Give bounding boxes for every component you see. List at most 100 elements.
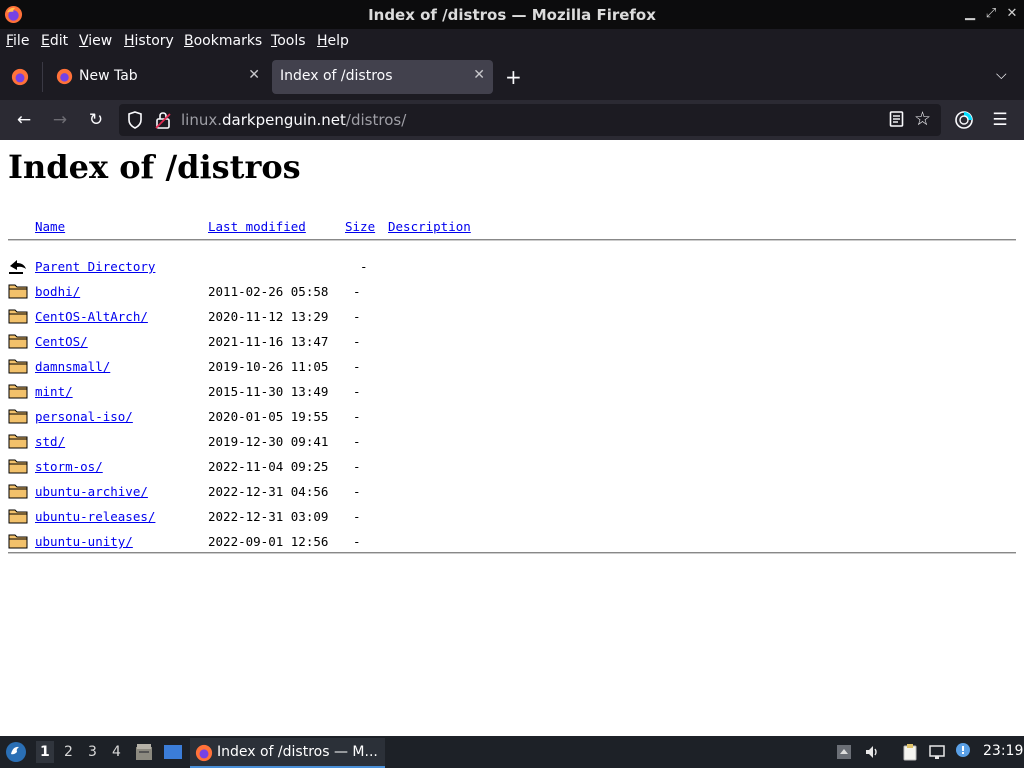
tab-index-distros[interactable]: Index of /distros ✕ <box>272 60 493 94</box>
row-size: - <box>353 484 361 499</box>
row-last-modified: 2020-11-12 13:29 <box>208 309 329 324</box>
workspace-2[interactable]: 2 <box>64 744 73 760</box>
volume-icon[interactable] <box>864 744 880 760</box>
column-header-name[interactable]: Name <box>35 219 65 234</box>
taskbar-clock[interactable]: 23:19 <box>983 743 1023 759</box>
table-row: storm-os/ 2022-11-04 09:25 - <box>0 456 1024 481</box>
menu-help[interactable]: Help <box>317 33 349 49</box>
workspace-4[interactable]: 4 <box>112 744 121 760</box>
network-icon[interactable] <box>928 743 946 761</box>
directory-link[interactable]: ubuntu-archive/ <box>35 484 148 499</box>
navigation-bar: ← → ↻ linux.darkpenguin.net/distros/ ☆ ☰ <box>0 100 1024 140</box>
folder-icon <box>8 459 28 474</box>
folder-icon <box>8 434 28 449</box>
update-notifier-icon[interactable] <box>954 742 972 760</box>
firefox-favicon-icon <box>56 68 73 85</box>
menu-file[interactable]: File <box>6 33 29 49</box>
folder-icon <box>8 509 28 524</box>
column-header-description[interactable]: Description <box>388 219 471 234</box>
tracking-protection-shield-icon[interactable] <box>127 111 143 129</box>
task-label: Index of /distros — M... <box>217 744 378 760</box>
back-button[interactable]: ← <box>12 108 36 132</box>
show-desktop-icon[interactable] <box>163 743 183 761</box>
directory-link[interactable]: ubuntu-unity/ <box>35 534 133 549</box>
folder-icon <box>8 409 28 424</box>
close-icon[interactable]: ✕ <box>1004 6 1020 21</box>
workspace-1[interactable]: 1 <box>36 741 54 763</box>
insecure-lock-icon[interactable] <box>155 111 171 129</box>
list-all-tabs-chevron-icon[interactable]: ⌵ <box>996 67 1007 83</box>
folder-icon <box>8 309 28 324</box>
tab-new-tab[interactable]: New Tab ✕ <box>46 60 268 94</box>
row-size: - <box>353 434 361 449</box>
column-header-last-modified[interactable]: Last modified <box>208 219 306 234</box>
page-title: Index of /distros <box>8 148 301 186</box>
url-bar[interactable]: linux.darkpenguin.net/distros/ ☆ <box>119 104 941 136</box>
directory-link[interactable]: bodhi/ <box>35 284 80 299</box>
menu-bookmarks[interactable]: Bookmarks <box>184 33 262 49</box>
firefox-view-icon[interactable] <box>11 68 29 86</box>
parent-directory-link[interactable]: Parent Directory <box>35 259 155 274</box>
workspace-3[interactable]: 3 <box>88 744 97 760</box>
folder-icon <box>8 484 28 499</box>
table-row: bodhi/ 2011-02-26 05:58 - <box>0 281 1024 306</box>
back-arrow-icon <box>9 260 26 274</box>
row-last-modified: 2022-09-01 12:56 <box>208 534 329 549</box>
desktop-taskbar: 1 2 3 4 Index of /distros — M... 23:19 <box>0 736 1024 768</box>
restore-icon[interactable]: ⤢ <box>983 6 999 21</box>
table-row: damnsmall/ 2019-10-26 11:05 - <box>0 356 1024 381</box>
row-size: - <box>353 409 361 424</box>
url-text[interactable]: linux.darkpenguin.net/distros/ <box>181 111 406 129</box>
url-prefix: linux. <box>181 111 222 129</box>
directory-link[interactable]: damnsmall/ <box>35 359 110 374</box>
tab-label: Index of /distros <box>280 68 393 84</box>
table-row: ubuntu-releases/ 2022-12-31 03:09 - <box>0 506 1024 531</box>
row-last-modified: 2022-12-31 03:09 <box>208 509 329 524</box>
row-last-modified: 2020-01-05 19:55 <box>208 409 329 424</box>
new-tab-button[interactable]: + <box>505 65 522 89</box>
tab-close-icon[interactable]: ✕ <box>248 67 260 83</box>
table-row: mint/ 2015-11-30 13:49 - <box>0 381 1024 406</box>
directory-link[interactable]: ubuntu-releases/ <box>35 509 155 524</box>
table-row: ubuntu-archive/ 2022-12-31 04:56 - <box>0 481 1024 506</box>
forward-button[interactable]: → <box>48 108 72 132</box>
menu-edit[interactable]: Edit <box>41 33 68 49</box>
window-titlebar[interactable]: Index of /distros — Mozilla Firefox ▁ ⤢ … <box>0 0 1024 29</box>
tab-strip: New Tab ✕ Index of /distros ✕ + ⌵ <box>0 54 1024 100</box>
directory-link[interactable]: CentOS-AltArch/ <box>35 309 148 324</box>
reload-button[interactable]: ↻ <box>84 108 108 132</box>
directory-link[interactable]: std/ <box>35 434 65 449</box>
start-menu-icon[interactable] <box>4 740 28 764</box>
column-header-size[interactable]: Size <box>345 219 375 234</box>
tab-close-icon[interactable]: ✕ <box>473 67 485 83</box>
directory-link[interactable]: CentOS/ <box>35 334 88 349</box>
page-content: Index of /distros Name Last modified Siz… <box>0 140 1024 736</box>
row-size: - <box>353 359 361 374</box>
folder-icon <box>8 284 28 299</box>
app-menu-hamburger-icon[interactable]: ☰ <box>988 108 1012 132</box>
folder-icon <box>8 334 28 349</box>
directory-link[interactable]: storm-os/ <box>35 459 103 474</box>
minimize-icon[interactable]: ▁ <box>962 6 978 21</box>
firefox-account-icon[interactable] <box>954 110 974 130</box>
directory-link[interactable]: mint/ <box>35 384 73 399</box>
folder-icon <box>8 359 28 374</box>
table-row: personal-iso/ 2020-01-05 19:55 - <box>0 406 1024 431</box>
menu-view[interactable]: View <box>79 33 112 49</box>
header-divider <box>8 239 1016 241</box>
bookmark-star-icon[interactable]: ☆ <box>914 108 931 130</box>
menu-history[interactable]: History <box>124 33 174 49</box>
reader-view-icon[interactable] <box>888 110 906 128</box>
directory-link[interactable]: personal-iso/ <box>35 409 133 424</box>
row-size: - <box>353 334 361 349</box>
taskbar-task-firefox[interactable]: Index of /distros — M... <box>190 738 385 768</box>
row-size: - <box>353 509 361 524</box>
tray-up-arrow-icon[interactable] <box>836 744 852 760</box>
firefox-icon <box>195 744 213 762</box>
row-last-modified: 2021-11-16 13:47 <box>208 334 329 349</box>
menu-tools[interactable]: Tools <box>271 33 306 49</box>
footer-divider <box>8 552 1016 554</box>
table-row-parent: Parent Directory - <box>0 256 1024 281</box>
file-manager-icon[interactable] <box>134 742 154 762</box>
clipboard-icon[interactable] <box>901 743 919 761</box>
